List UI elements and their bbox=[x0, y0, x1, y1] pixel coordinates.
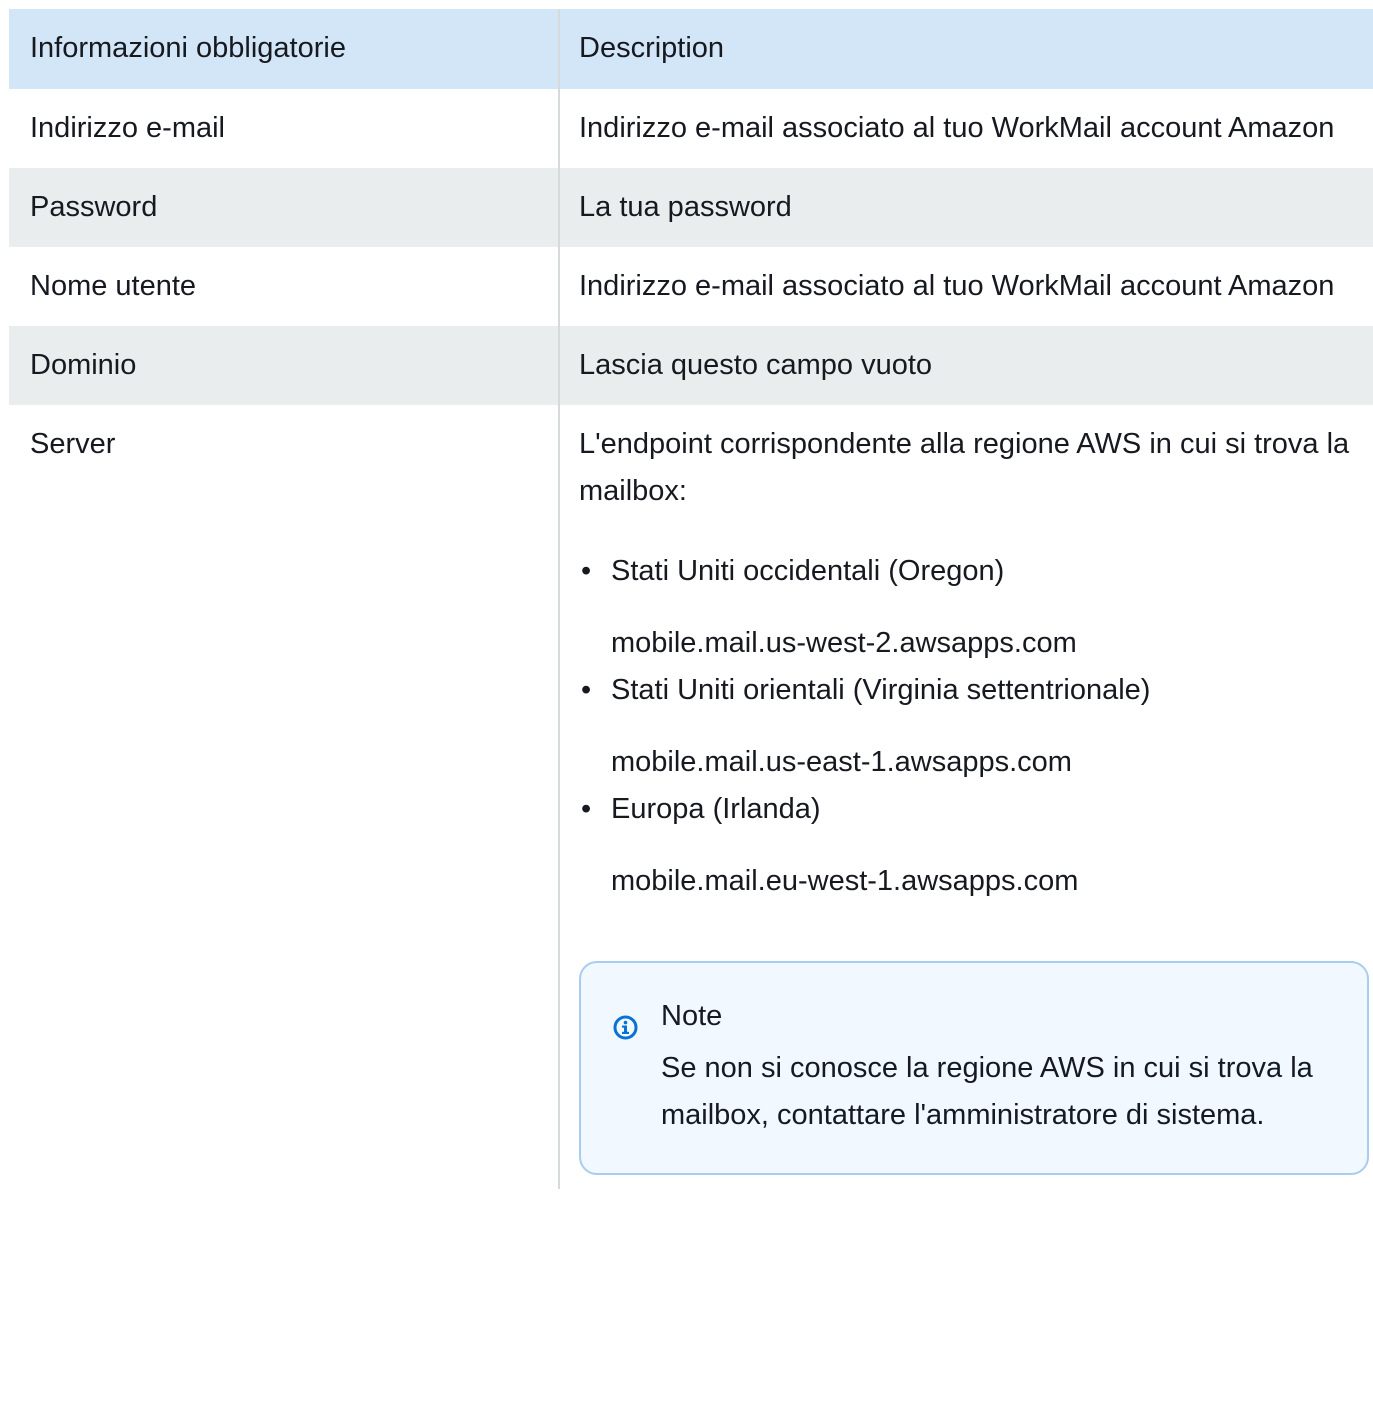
column-header-description: Description bbox=[558, 9, 1373, 89]
region-name: Stati Uniti occidentali (Oregon) bbox=[611, 555, 1005, 587]
region-list: • Stati Uniti occidentali (Oregon) mobil… bbox=[579, 548, 1353, 897]
row-description-email: Indirizzo e-mail associato al tuo WorkMa… bbox=[558, 89, 1373, 168]
server-intro-text: L'endpoint corrispondente alla regione A… bbox=[579, 428, 1350, 507]
note-title: Note bbox=[661, 1000, 723, 1032]
row-label-server: Server bbox=[9, 405, 559, 1189]
bullet-icon: • bbox=[581, 555, 592, 587]
note-box: Note Se non si conosce la regione AWS in… bbox=[579, 961, 1369, 1175]
region-list-item: • Stati Uniti orientali (Virginia setten… bbox=[579, 667, 1353, 778]
note-text: Se non si conosce la regione AWS in cui … bbox=[661, 1052, 1313, 1131]
info-icon bbox=[613, 1008, 638, 1040]
row-description-domain: Lascia questo campo vuoto bbox=[558, 326, 1373, 405]
region-endpoint: mobile.mail.us-east-1.awsapps.com bbox=[611, 746, 1072, 778]
table-row: Indirizzo e-mail Indirizzo e-mail associ… bbox=[9, 89, 1373, 168]
region-name: Europa (Irlanda) bbox=[611, 793, 821, 825]
row-label-domain: Dominio bbox=[9, 326, 559, 405]
row-label-password: Password bbox=[9, 168, 559, 247]
region-name: Stati Uniti orientali (Virginia settentr… bbox=[611, 674, 1151, 706]
region-list-item: • Europa (Irlanda) mobile.mail.eu-west-1… bbox=[579, 786, 1353, 897]
row-description-password: La tua password bbox=[558, 168, 1373, 247]
bullet-icon: • bbox=[581, 793, 592, 825]
region-endpoint: mobile.mail.us-west-2.awsapps.com bbox=[611, 627, 1077, 659]
row-label-username: Nome utente bbox=[9, 247, 559, 326]
region-endpoint: mobile.mail.eu-west-1.awsapps.com bbox=[611, 865, 1079, 897]
table-row-server: Server L'endpoint corrispondente alla re… bbox=[9, 405, 1373, 1189]
row-description-server: L'endpoint corrispondente alla regione A… bbox=[558, 405, 1373, 1189]
table-row: Dominio Lascia questo campo vuoto bbox=[9, 326, 1373, 405]
column-header-required-info: Informazioni obbligatorie bbox=[9, 9, 559, 89]
table-header-row: Informazioni obbligatorie Description bbox=[9, 9, 1373, 89]
row-description-username: Indirizzo e-mail associato al tuo WorkMa… bbox=[558, 247, 1373, 326]
region-list-item: • Stati Uniti occidentali (Oregon) mobil… bbox=[579, 548, 1353, 659]
required-info-table: Informazioni obbligatorie Description In… bbox=[9, 9, 1373, 1189]
row-label-email: Indirizzo e-mail bbox=[9, 89, 559, 168]
table-row: Password La tua password bbox=[9, 168, 1373, 247]
bullet-icon: • bbox=[581, 674, 592, 706]
table-row: Nome utente Indirizzo e-mail associato a… bbox=[9, 247, 1373, 326]
